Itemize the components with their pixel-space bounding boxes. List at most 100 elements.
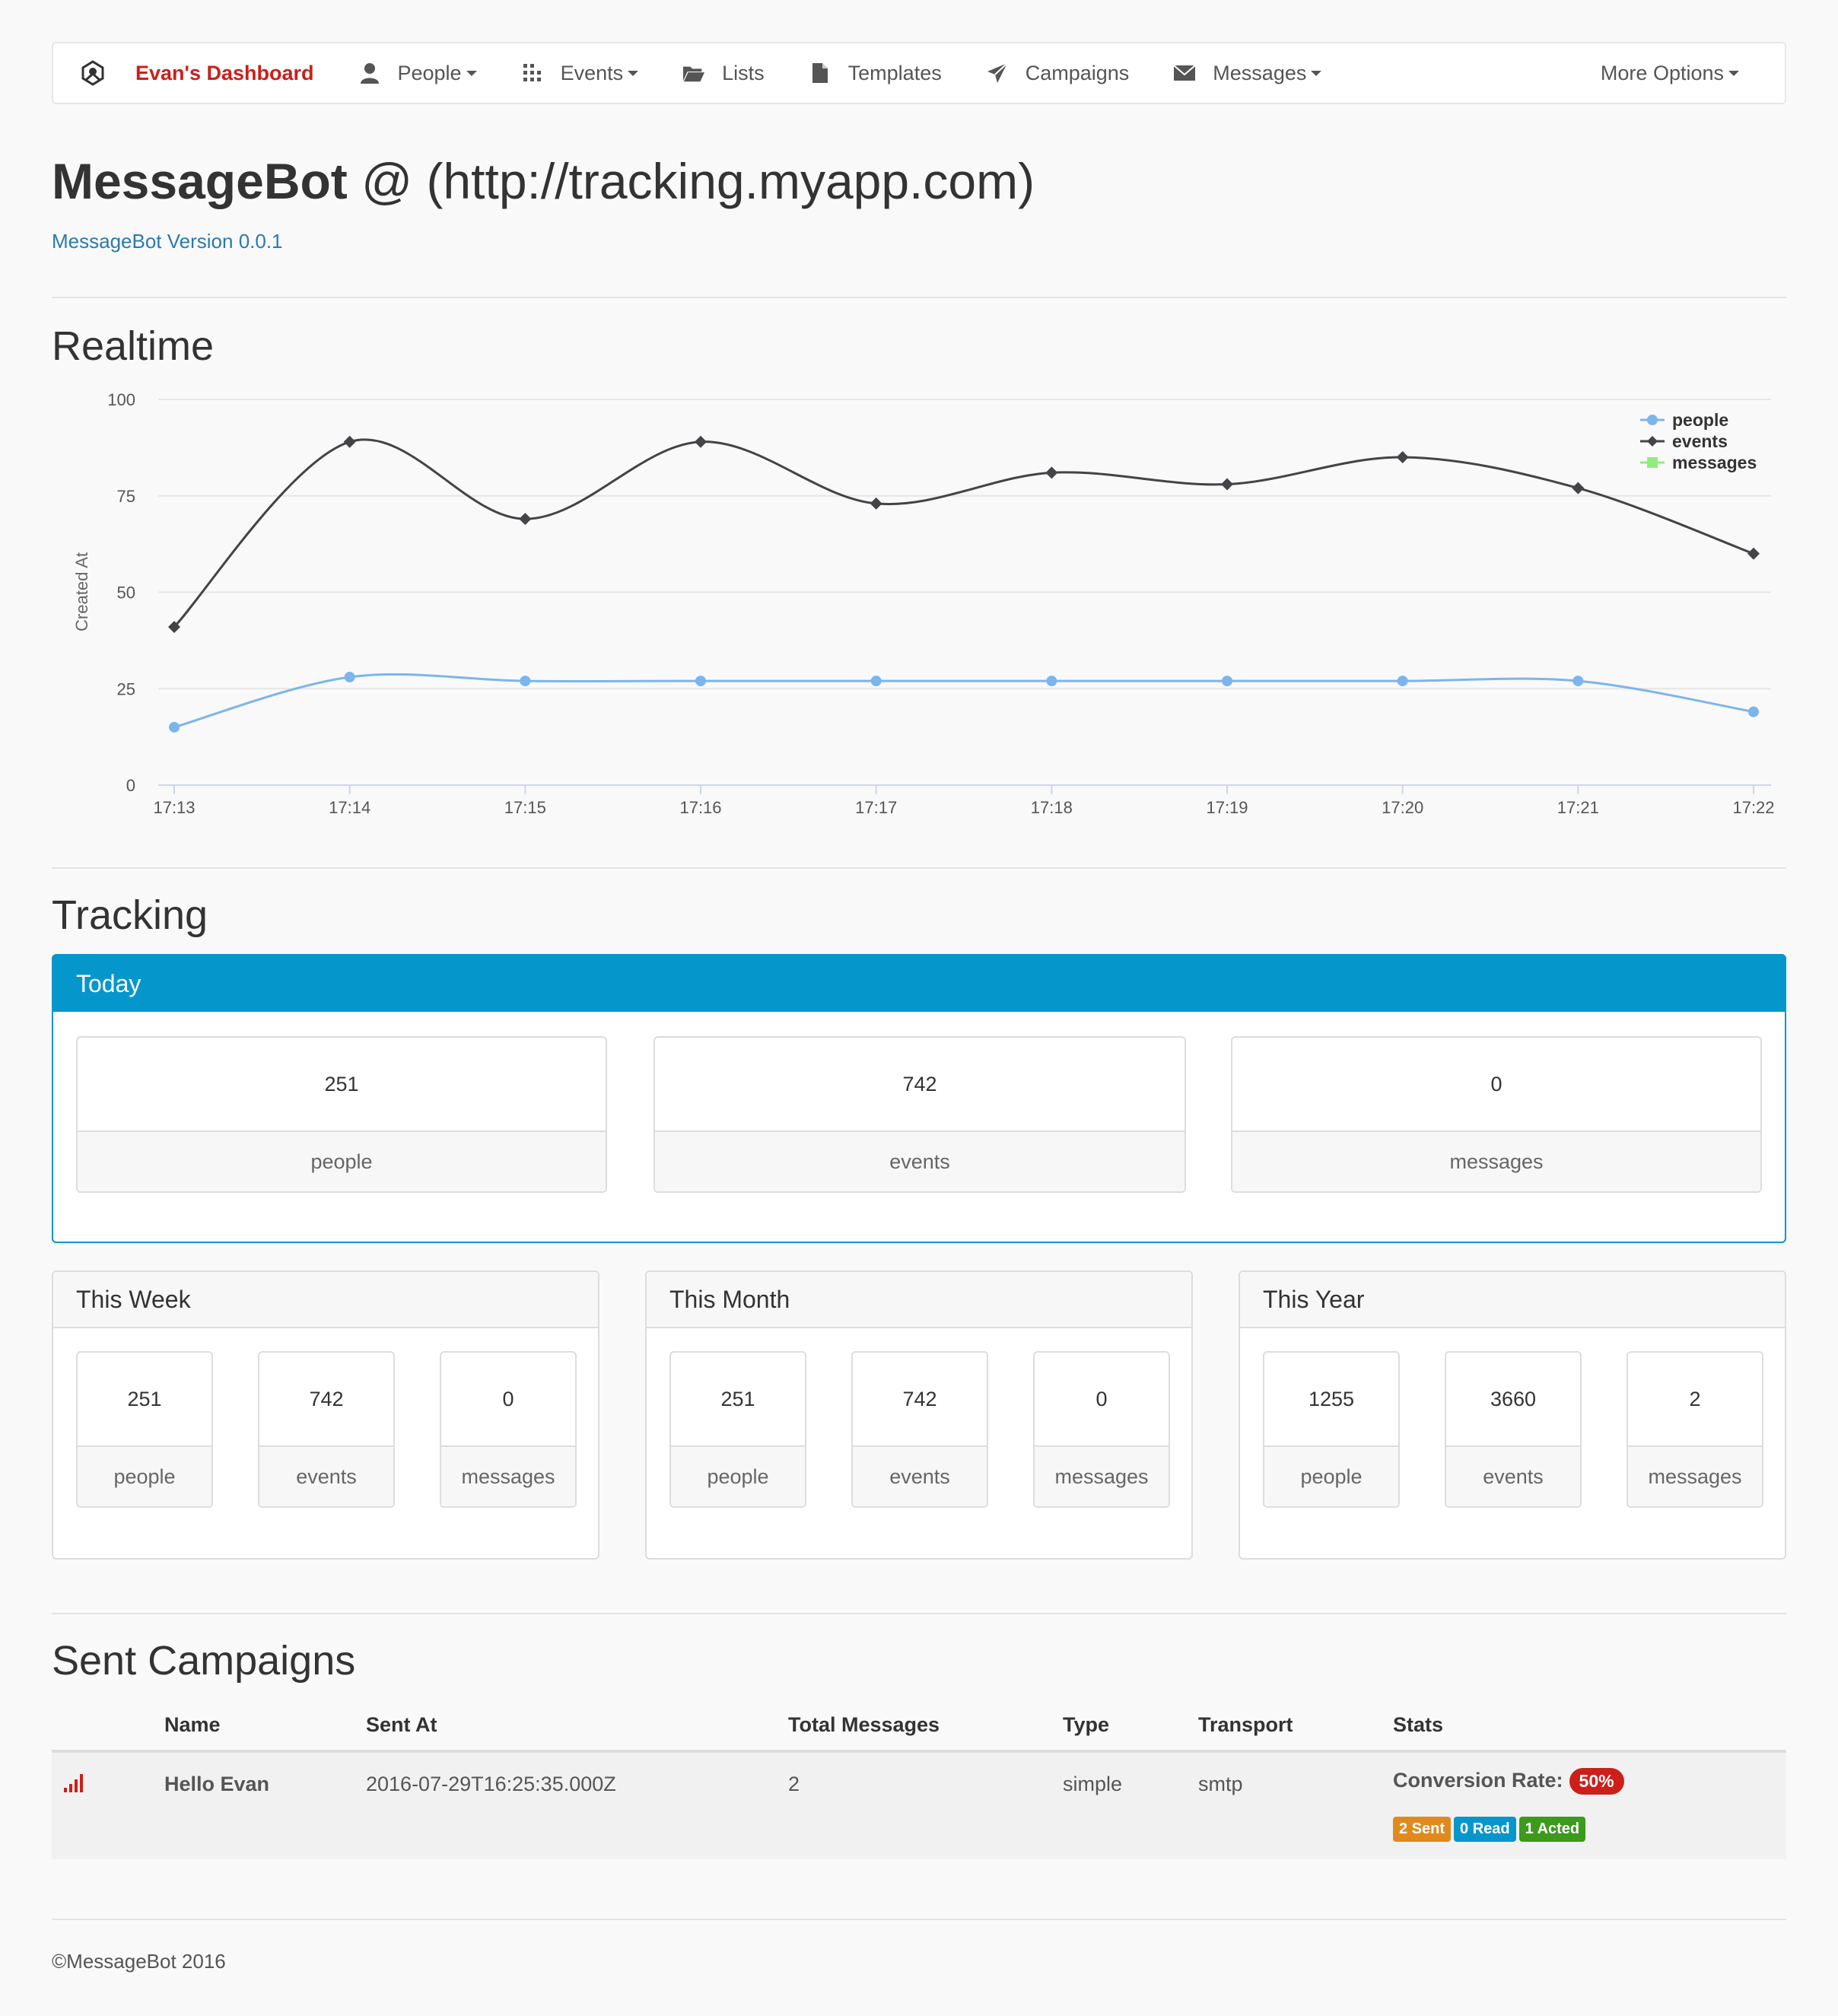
- stat-value: 1255: [1264, 1353, 1398, 1447]
- more-options-dropdown[interactable]: More Options: [1601, 62, 1739, 85]
- campaigns-table: Name Sent At Total Messages Type Transpo…: [52, 1704, 1786, 1859]
- campaign-transport: smtp: [1198, 1773, 1243, 1795]
- realtime-heading: Realtime: [52, 323, 215, 369]
- stat-value: 2: [1628, 1353, 1762, 1447]
- events-point: [343, 435, 356, 448]
- month-panel-title: This Month: [647, 1272, 1191, 1328]
- stat-value: 0: [441, 1353, 575, 1447]
- page-title-host: @ (http://tracking.myapp.com): [347, 153, 1035, 209]
- nav-templates-label: Templates: [847, 61, 942, 84]
- stat-label: messages: [441, 1447, 575, 1506]
- sent-badge: 2 Sent: [1393, 1817, 1452, 1842]
- people-series-line: [173, 673, 1754, 729]
- stat-value: 742: [853, 1353, 987, 1447]
- y-tick-label: 25: [117, 679, 135, 698]
- col-transport: Transport: [1198, 1713, 1293, 1736]
- year-panel: This Year 1255 people 3660 events 2 mess…: [1239, 1270, 1786, 1560]
- caret-down-icon: [1311, 70, 1322, 76]
- stat-label: messages: [1035, 1447, 1169, 1506]
- send-icon: [986, 62, 1009, 84]
- stat-label: people: [1264, 1447, 1398, 1506]
- table-header: Name Sent At Total Messages Type Transpo…: [52, 1704, 1786, 1753]
- conversion-rate-label: Conversion Rate:: [1393, 1769, 1563, 1792]
- stat-label: events: [853, 1447, 987, 1506]
- col-name: Name: [164, 1713, 221, 1736]
- nav-events-label: Events: [560, 61, 624, 84]
- people-point: [1748, 706, 1759, 717]
- logo-icon[interactable]: [72, 52, 114, 94]
- x-tick-label: 17:21: [1557, 798, 1599, 817]
- people-point: [1222, 676, 1232, 687]
- nav-lists[interactable]: Lists: [682, 62, 765, 85]
- conversion-rate-badge: 50%: [1569, 1768, 1624, 1795]
- x-tick-label: 17:18: [1031, 798, 1073, 817]
- people-point: [870, 676, 882, 687]
- week-messages-stat: 0 messages: [440, 1351, 577, 1508]
- week-events-stat: 742 events: [258, 1351, 395, 1508]
- today-panel-title: Today: [53, 956, 1785, 1012]
- conversion-rate: Conversion Rate: 50%: [1393, 1768, 1624, 1795]
- nav-campaigns[interactable]: Campaigns: [986, 61, 1130, 85]
- events-point: [1045, 466, 1058, 479]
- campaign-name-link[interactable]: Hello Evan: [164, 1773, 269, 1796]
- messages-legend-marker: [1647, 457, 1658, 468]
- nav-messages-label: Messages: [1213, 61, 1307, 84]
- file-icon: [809, 62, 832, 84]
- stat-value: 0: [1232, 1038, 1760, 1132]
- stat-value: 742: [259, 1353, 393, 1447]
- signal-icon[interactable]: [64, 1774, 84, 1798]
- nav-people-label: People: [397, 61, 462, 84]
- events-point: [1221, 478, 1233, 491]
- realtime-chart: 0 25 50 75 100 17:13 17:14 17:15 17:16 17:17 17:18…: [72, 390, 1775, 817]
- y-tick-label: 75: [117, 487, 135, 506]
- x-tick-label: 17:16: [679, 798, 721, 817]
- y-tick-label: 50: [117, 583, 135, 603]
- caret-down-icon: [466, 70, 477, 76]
- col-stats: Stats: [1393, 1713, 1444, 1736]
- divider: [52, 1613, 1786, 1614]
- table-row[interactable]: Hello Evan 2016-07-29T16:25:35.000Z 2 si…: [52, 1753, 1786, 1859]
- stat-label: people: [78, 1132, 606, 1191]
- events-point: [695, 435, 707, 448]
- version-link[interactable]: MessageBot Version 0.0.1: [52, 230, 283, 253]
- y-tick-label: 100: [107, 390, 135, 409]
- events-point: [1396, 451, 1409, 464]
- week-panel-title: This Week: [53, 1272, 598, 1328]
- nav-events[interactable]: Events: [521, 62, 639, 85]
- col-type: Type: [1063, 1713, 1110, 1736]
- caret-down-icon: [628, 70, 639, 76]
- today-events-stat: 742 events: [653, 1036, 1186, 1193]
- y-tick-label: 0: [126, 776, 135, 795]
- more-options-label: More Options: [1600, 61, 1724, 84]
- events-series-line: [173, 438, 1754, 628]
- stat-value: 251: [78, 1038, 606, 1132]
- year-people-stat: 1255 people: [1263, 1351, 1400, 1508]
- nav-campaigns-label: Campaigns: [1025, 61, 1130, 84]
- nav-messages[interactable]: Messages: [1173, 61, 1322, 85]
- events-legend-marker: [1647, 436, 1658, 447]
- month-messages-stat: 0 messages: [1033, 1351, 1170, 1508]
- brand-link[interactable]: Evan's Dashboard: [135, 62, 314, 85]
- grid-icon: [521, 62, 544, 84]
- people-point: [344, 672, 355, 683]
- people-legend-marker: [1647, 415, 1658, 425]
- messages-legend-label: messages: [1672, 453, 1757, 472]
- tracking-heading: Tracking: [52, 892, 208, 938]
- people-point: [1572, 676, 1584, 687]
- people-point: [520, 676, 531, 687]
- events-point: [870, 497, 882, 510]
- people-point: [1397, 676, 1408, 687]
- acted-badge: 1 Acted: [1518, 1817, 1586, 1842]
- today-people-stat: 251 people: [76, 1036, 607, 1193]
- x-tick-label: 17:15: [504, 798, 546, 817]
- stat-value: 251: [671, 1353, 805, 1447]
- stat-label: messages: [1232, 1132, 1760, 1191]
- col-sent-at: Sent At: [366, 1713, 437, 1736]
- nav-lists-label: Lists: [722, 61, 765, 84]
- year-panel-title: This Year: [1240, 1272, 1785, 1328]
- people-point: [695, 676, 706, 687]
- nav-people[interactable]: People: [358, 62, 477, 85]
- month-events-stat: 742 events: [851, 1351, 988, 1508]
- week-people-stat: 251 people: [76, 1351, 213, 1508]
- nav-templates[interactable]: Templates: [809, 62, 942, 85]
